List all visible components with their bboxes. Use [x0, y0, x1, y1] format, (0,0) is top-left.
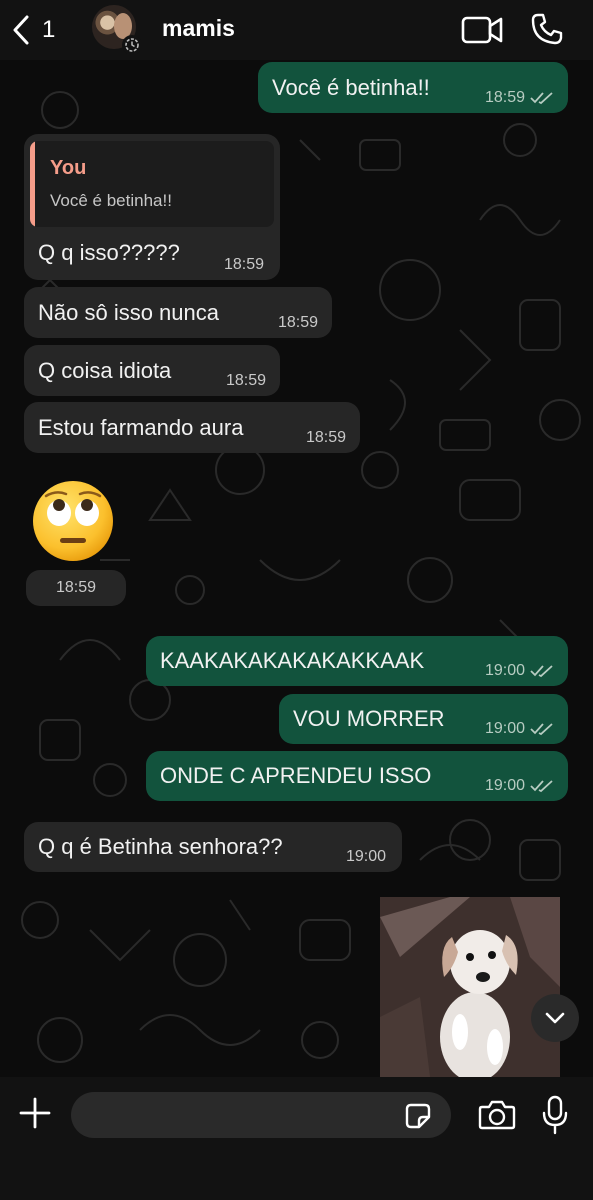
- sticker-icon[interactable]: [403, 1101, 433, 1131]
- message-meta: 19:00: [485, 662, 554, 680]
- reply-accent-bar: [30, 141, 35, 227]
- message-text: ONDE C APRENDEU ISSO: [160, 763, 432, 788]
- message-time: 19:00: [484, 662, 525, 679]
- double-check-icon: [530, 780, 553, 793]
- chevron-down-icon: [545, 1012, 565, 1024]
- message-time: 18:59: [305, 429, 346, 446]
- message-time: 19:00: [484, 720, 525, 737]
- message-text: Q coisa idiota: [38, 357, 172, 383]
- message-meta: 19:00: [485, 720, 554, 738]
- message-time: 19:00: [345, 848, 386, 865]
- message-bubble-incoming[interactable]: Não sô isso nunca 18:59: [24, 287, 332, 338]
- message-time: 18:59: [225, 372, 266, 389]
- message-text: Q q é Betinha senhora??: [38, 834, 283, 859]
- dog-sticker[interactable]: [380, 897, 560, 1077]
- message-bubble-incoming[interactable]: Estou farmando aura 18:59: [24, 402, 360, 453]
- face-with-rolling-eyes-emoji[interactable]: [30, 478, 116, 564]
- camera-icon[interactable]: [478, 1099, 516, 1131]
- emoji-timestamp-pill: 18:59: [26, 570, 126, 606]
- double-check-icon: [530, 665, 553, 678]
- phone-icon[interactable]: [530, 12, 564, 46]
- scroll-to-bottom-button[interactable]: [531, 994, 579, 1042]
- message-text: Estou farmando aura: [38, 414, 244, 440]
- message-time: 19:00: [484, 777, 525, 794]
- chevron-left-icon: [13, 15, 29, 45]
- message-bubble-outgoing[interactable]: VOU MORRER 19:00: [279, 694, 568, 744]
- disappearing-timer-icon: [122, 35, 142, 55]
- message-text: Você é betinha!!: [272, 74, 430, 100]
- double-check-icon: [530, 92, 553, 105]
- video-camera-icon[interactable]: [461, 15, 503, 45]
- quoted-reply[interactable]: You Você é betinha!!: [30, 141, 274, 227]
- contact-name[interactable]: mamis: [162, 15, 235, 42]
- composer-bar: [0, 1077, 593, 1200]
- reply-text: Você é betinha!!: [50, 191, 172, 210]
- unread-count: 1: [42, 16, 56, 43]
- reply-author: You: [50, 157, 87, 179]
- message-bubble-outgoing[interactable]: KAAKAKAKAKAKAKKAAK 19:00: [146, 636, 568, 686]
- message-meta: 19:00: [485, 777, 554, 795]
- message-time: 18:59: [277, 314, 318, 331]
- back-button[interactable]: 1: [10, 12, 65, 48]
- dog-sticker-image: [380, 897, 560, 1077]
- message-text: VOU MORRER: [293, 706, 445, 731]
- chat-header: 1 mamis: [0, 0, 593, 60]
- double-check-icon: [530, 723, 553, 736]
- microphone-icon[interactable]: [541, 1095, 569, 1135]
- message-text: Q q isso?????: [38, 240, 180, 265]
- plus-icon[interactable]: [18, 1096, 52, 1130]
- message-time: 18:59: [484, 89, 525, 106]
- message-bubble-outgoing[interactable]: ONDE C APRENDEU ISSO 19:00: [146, 751, 568, 801]
- message-time: 18:59: [55, 579, 97, 596]
- message-bubble-incoming[interactable]: Q q é Betinha senhora?? 19:00: [24, 822, 402, 872]
- message-bubble-incoming[interactable]: Q coisa idiota 18:59: [24, 345, 280, 396]
- message-text: KAAKAKAKAKAKAKKAAK: [160, 648, 425, 673]
- message-text: Não sô isso nunca: [38, 299, 219, 325]
- avatar[interactable]: [92, 5, 142, 55]
- message-meta: 18:59: [485, 89, 554, 107]
- message-time: 18:59: [223, 256, 264, 273]
- message-input[interactable]: [71, 1092, 451, 1138]
- message-bubble-outgoing[interactable]: Você é betinha!! 18:59: [258, 62, 568, 113]
